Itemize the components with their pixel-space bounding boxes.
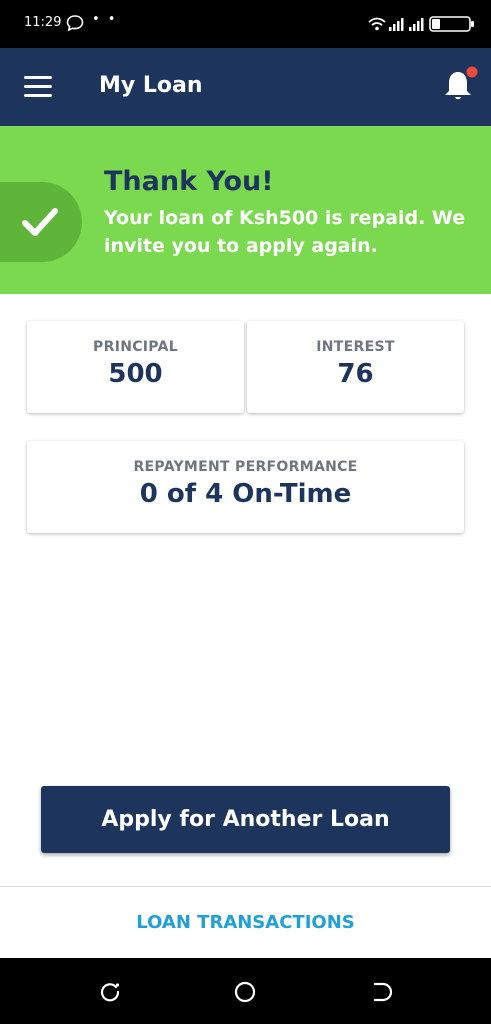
status-time: 11:29: [24, 15, 62, 30]
status-icons: [368, 16, 474, 32]
wifi-icon: [368, 17, 386, 31]
banner-message: Your loan of Ksh500 is repaid. We invite…: [104, 207, 466, 257]
interest-value: 76: [337, 359, 374, 389]
banner-title: Thank You!: [104, 166, 274, 197]
divider: [0, 886, 491, 887]
interest-card: INTEREST 76: [247, 321, 464, 413]
chat-bubble-icon: [66, 15, 84, 32]
performance-value: 0 of 4 On-Time: [139, 479, 352, 509]
recent-apps-icon[interactable]: [98, 980, 122, 1004]
page-title: My Loan: [99, 73, 203, 98]
back-icon[interactable]: [369, 980, 393, 1004]
signal-icon: [389, 18, 424, 31]
loan-transactions-link[interactable]: LOAN TRANSACTIONS: [0, 912, 491, 933]
interest-label: INTEREST: [316, 339, 395, 355]
principal-card: PRINCIPAL 500: [27, 321, 244, 413]
hamburger-menu-icon[interactable]: [24, 76, 52, 98]
notification-badge: [466, 66, 478, 78]
success-banner: Thank You! Your loan of Ksh500 is repaid…: [0, 126, 491, 294]
notification-dots: • •: [92, 12, 118, 27]
repayment-performance-card: REPAYMENT PERFORMANCE 0 of 4 On-Time: [27, 441, 464, 533]
performance-label: REPAYMENT PERFORMANCE: [133, 459, 358, 475]
status-bar: 11:29 • •: [0, 0, 491, 48]
battery-icon: [429, 16, 474, 32]
apply-another-loan-button[interactable]: Apply for Another Loan: [41, 786, 450, 853]
principal-value: 500: [108, 359, 163, 389]
notification-bell-icon[interactable]: [440, 66, 480, 106]
home-icon[interactable]: [233, 980, 257, 1004]
system-nav-bar: [0, 958, 491, 1024]
app-bar: My Loan: [0, 48, 491, 126]
checkmark-icon: [22, 208, 58, 236]
principal-label: PRINCIPAL: [93, 339, 178, 355]
check-tab: [0, 182, 82, 262]
